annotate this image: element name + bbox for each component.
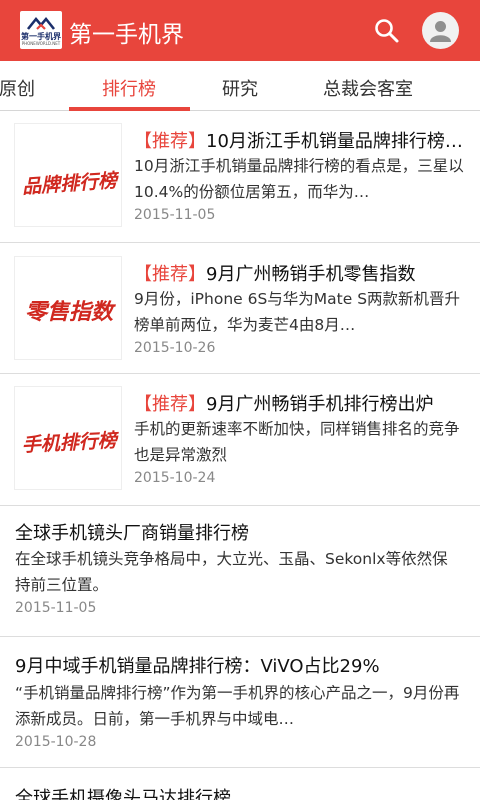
article-title: 9月中域手机销量品牌排行榜：ViVO占比29% xyxy=(15,656,380,677)
article-summary: 手机的更新速率不断加快，同样销售排名的竞争也是异常激烈 xyxy=(134,420,460,464)
avatar-icon xyxy=(430,21,451,42)
article-item[interactable]: 全球手机摄像头马达排行榜 xyxy=(0,768,480,800)
app-bar: 第一手机界 PHONEWORLD.NET 第一手机界 xyxy=(0,0,480,61)
svg-text:品牌排行榜: 品牌排行榜 xyxy=(21,169,120,198)
article-list: 品牌排行榜 【推荐】10月浙江手机销量品牌排行榜的看点 10月浙江手机销量品牌排… xyxy=(0,111,480,800)
article-title-text: 9月广州畅销手机排行榜出炉 xyxy=(206,394,434,415)
article-date: 2015-10-24 xyxy=(134,470,216,486)
thumbnail-calligraphy-image: 品牌排行榜 xyxy=(21,169,120,198)
article-date: 2015-11-05 xyxy=(134,207,216,223)
article-summary: 10月浙江手机销量品牌排行榜的看点是，三星以10.4%的份额位居第五，而华为… xyxy=(134,157,464,201)
article-thumbnail: 品牌排行榜 xyxy=(14,123,122,227)
search-button[interactable] xyxy=(372,16,402,46)
recommend-tag: 【推荐】 xyxy=(134,131,206,152)
tab-rankings[interactable]: 排行榜 xyxy=(102,75,156,101)
app-title: 第一手机界 xyxy=(69,22,184,48)
article-title-text: 10月浙江手机销量品牌排行榜的看点 xyxy=(206,131,470,152)
tab-ceo-lounge[interactable]: 总裁会客室 xyxy=(323,75,413,101)
article-title: 【推荐】10月浙江手机销量品牌排行榜的看点 xyxy=(134,127,470,153)
article-thumbnail: 零售指数 xyxy=(14,256,122,360)
recommend-tag: 【推荐】 xyxy=(134,264,206,285)
category-tabs: 原创 排行榜 研究 总裁会客室 xyxy=(0,61,480,111)
article-title: 【推荐】9月广州畅销手机排行榜出炉 xyxy=(134,390,470,416)
article-item[interactable]: 手机排行榜 【推荐】9月广州畅销手机排行榜出炉 手机的更新速率不断加快，同样销售… xyxy=(0,374,480,506)
app-logo: 第一手机界 PHONEWORLD.NET xyxy=(20,11,62,49)
article-title: 【推荐】9月广州畅销手机零售指数 xyxy=(134,260,470,286)
logo-subtext: PHONEWORLD.NET xyxy=(21,41,61,46)
article-date: 2015-10-26 xyxy=(134,340,216,356)
article-item[interactable]: 全球手机镜头厂商销量排行榜 在全球手机镜头竞争格局中，大立光、玉晶、Sekonl… xyxy=(0,506,480,637)
thumbnail-calligraphy-image: 零售指数 xyxy=(25,299,116,325)
article-item[interactable]: 品牌排行榜 【推荐】10月浙江手机销量品牌排行榜的看点 10月浙江手机销量品牌排… xyxy=(0,111,480,243)
article-summary: 在全球手机镜头竞争格局中，大立光、玉晶、Sekonlx等依然保持前三位置。 xyxy=(15,550,448,594)
article-title-text: 9月广州畅销手机零售指数 xyxy=(206,264,416,285)
user-avatar-button[interactable] xyxy=(422,12,459,49)
svg-text:手机排行榜: 手机排行榜 xyxy=(21,429,120,456)
article-title: 全球手机摄像头马达排行榜 xyxy=(15,788,231,800)
logo-mark-icon xyxy=(26,16,56,30)
tab-research[interactable]: 研究 xyxy=(222,75,258,101)
search-icon xyxy=(375,19,399,43)
recommend-tag: 【推荐】 xyxy=(134,394,206,415)
article-date: 2015-10-28 xyxy=(15,734,97,750)
article-summary: “手机销量品牌排行榜”作为第一手机界的核心产品之一，9月份再添新成员。日前，第一… xyxy=(15,684,460,728)
svg-text:零售指数: 零售指数 xyxy=(25,299,116,325)
article-item[interactable]: 9月中域手机销量品牌排行榜：ViVO占比29% “手机销量品牌排行榜”作为第一手… xyxy=(0,637,480,768)
article-title: 全球手机镜头厂商销量排行榜 xyxy=(15,523,249,544)
tab-original[interactable]: 原创 xyxy=(0,75,35,101)
thumbnail-calligraphy-image: 手机排行榜 xyxy=(21,429,120,456)
article-thumbnail: 手机排行榜 xyxy=(14,386,122,490)
article-summary: 9月份，iPhone 6S与华为Mate S两款新机晋升榜单前两位，华为麦芒4由… xyxy=(134,290,461,334)
article-item[interactable]: 零售指数 【推荐】9月广州畅销手机零售指数 9月份，iPhone 6S与华为Ma… xyxy=(0,243,480,374)
article-date: 2015-11-05 xyxy=(15,600,97,616)
